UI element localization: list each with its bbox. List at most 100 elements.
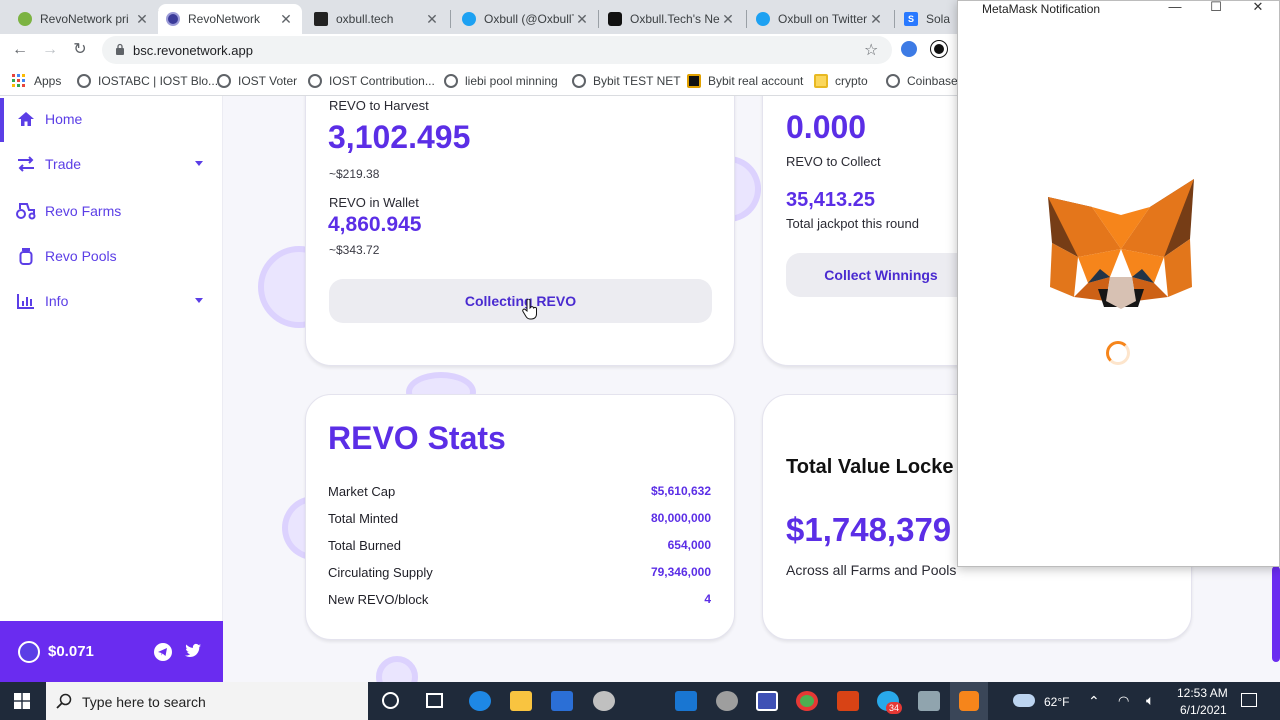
address-bar[interactable]: bsc.revonetwork.app ☆ (102, 36, 892, 64)
sidebar-item-trade[interactable]: Trade (0, 144, 223, 184)
sidebar-item-info[interactable]: Info (0, 281, 223, 321)
bookmark-label: IOST Voter (238, 74, 298, 88)
stat-label: Total Minted (328, 511, 399, 526)
bookmark-iost-voter[interactable]: IOST Voter (217, 72, 297, 90)
bookmark-iostabc[interactable]: IOSTABC | IOST Blo... (77, 72, 218, 90)
close-tab-icon[interactable]: ✕ (278, 11, 294, 28)
store-icon[interactable] (551, 691, 573, 711)
stat-label: Circulating Supply (328, 565, 433, 580)
globe-icon (217, 74, 231, 88)
stat-row-total-minted: Total Minted 80,000,000 (328, 511, 711, 526)
tab-revonetwork[interactable]: RevoNetwork ✕ (158, 4, 302, 34)
bookmark-label: Coinbase (907, 74, 958, 88)
weather-cloud-icon (1013, 694, 1035, 707)
back-arrow-icon[interactable]: ← (10, 40, 30, 60)
stat-value: 4 (704, 592, 711, 606)
bookmark-coinbase[interactable]: Coinbase (886, 72, 958, 90)
swap-arrows-icon (16, 154, 36, 174)
revo-to-harvest-label: REVO to Harvest (329, 98, 429, 113)
close-tab-icon[interactable]: ✕ (868, 11, 884, 28)
globe-icon (444, 74, 458, 88)
tab-oxbull-tech[interactable]: oxbull.tech ✕ (306, 4, 448, 34)
bookmark-folder-crypto[interactable]: crypto (814, 72, 868, 90)
globe-icon (572, 74, 586, 88)
settings-gear-icon[interactable] (593, 691, 615, 711)
windows-start-icon[interactable] (14, 693, 30, 709)
edge-icon[interactable] (469, 691, 491, 711)
stat-row-market-cap: Market Cap $5,610,632 (328, 484, 711, 499)
search-icon (56, 693, 72, 709)
loading-spinner-icon (1106, 341, 1130, 365)
sidebar-item-label: Revo Pools (45, 248, 117, 264)
sidebar-item-revo-farms[interactable]: Revo Farms (0, 191, 223, 231)
close-tab-icon[interactable]: ✕ (134, 11, 150, 28)
hand-cursor-icon (522, 299, 537, 320)
forward-arrow-icon[interactable]: → (40, 40, 60, 60)
revonetwork-favicon-icon (18, 12, 32, 26)
tab-revonetwork-price[interactable]: RevoNetwork pri ✕ (10, 4, 158, 34)
close-window-icon[interactable]: ✕ (1248, 0, 1268, 15)
calculator-icon[interactable] (918, 691, 940, 711)
chevron-up-icon[interactable]: ⌃ (1088, 693, 1100, 710)
security-shield-icon[interactable] (756, 691, 778, 711)
minimize-icon[interactable]: — (1165, 0, 1185, 14)
tab-oxbull-twitter[interactable]: Oxbull (@OxbullT ✕ (454, 4, 598, 34)
bookmark-label: Apps (34, 74, 62, 88)
extension-icon[interactable] (901, 41, 917, 57)
volume-icon[interactable]: 🔈︎ (1146, 692, 1154, 709)
cortana-icon[interactable] (382, 692, 399, 709)
stat-row-new-revo-per-block: New REVO/block 4 (328, 592, 711, 607)
tvl-title: Total Value Locke (786, 456, 954, 478)
sidebar-item-revo-pools[interactable]: Revo Pools (0, 236, 223, 276)
close-tab-icon[interactable]: ✕ (424, 11, 440, 28)
bookmark-liebi-pool[interactable]: liebi pool minning (444, 72, 558, 90)
weather-temp: 62°F (1044, 695, 1070, 709)
tab-title: Solana (926, 12, 950, 26)
bookmark-bybit-real[interactable]: Bybit real account (687, 72, 803, 90)
home-icon (16, 109, 36, 129)
twitter-icon[interactable] (184, 643, 202, 663)
snip-tool-icon[interactable] (716, 691, 738, 711)
wifi-icon[interactable]: ◠ (1118, 693, 1129, 709)
extension-s-icon[interactable] (931, 41, 947, 57)
taskbar-search-box[interactable]: Type here to search (46, 682, 368, 720)
stat-label: Total Burned (328, 538, 401, 553)
solana-favicon-icon: S (904, 12, 918, 26)
maximize-icon[interactable]: ☐ (1206, 0, 1226, 15)
bookmark-apps[interactable]: Apps (12, 72, 61, 90)
metamask-taskbar-active[interactable] (950, 682, 988, 720)
tab-oxbull-news[interactable]: Oxbull.Tech's Ne ✕ (600, 4, 744, 34)
tab-title: Oxbull on Twitter (778, 12, 868, 26)
jar-icon (16, 246, 36, 266)
telegram-icon[interactable] (154, 643, 172, 661)
medium-favicon-icon (608, 12, 622, 26)
notifications-icon[interactable] (1241, 693, 1257, 707)
revo-to-collect-amount: 0.000 (786, 109, 867, 145)
stat-value: $5,610,632 (650, 484, 711, 498)
bookmark-bybit-testnet[interactable]: Bybit TEST NET (572, 72, 681, 90)
collect-winnings-button[interactable]: Collect Winnings (786, 253, 976, 297)
sidebar-item-label: Home (45, 111, 83, 127)
revo-stats-title: REVO Stats (328, 420, 506, 456)
reload-icon[interactable]: ↻ (70, 40, 90, 60)
chrome-icon[interactable] (796, 691, 818, 711)
bookmark-star-icon[interactable]: ☆ (864, 40, 878, 60)
mail-icon[interactable] (675, 691, 697, 711)
page-scrollbar[interactable] (1272, 566, 1280, 662)
metamask-taskbar-icon (959, 691, 979, 711)
tab-oxbull-on-twitter[interactable]: Oxbull on Twitter ✕ (748, 4, 892, 34)
metamask-fox-logo-icon (1048, 179, 1194, 309)
close-tab-icon[interactable]: ✕ (720, 11, 736, 28)
file-explorer-icon[interactable] (510, 691, 532, 711)
revo-price-bar: $0.071 (0, 621, 223, 682)
sidebar-item-home[interactable]: Home (0, 99, 223, 139)
close-tab-icon[interactable]: ✕ (574, 11, 590, 28)
task-view-icon[interactable] (426, 693, 443, 708)
revo-in-wallet-label: REVO in Wallet (329, 195, 419, 210)
tab-title: RevoNetwork (188, 12, 261, 26)
bookmark-iost-contribution[interactable]: IOST Contribution... (308, 72, 435, 90)
tab-solana[interactable]: S Solana (896, 4, 958, 34)
globe-icon (77, 74, 91, 88)
collecting-revo-button[interactable]: Collecting REVO (329, 279, 712, 323)
office-icon[interactable] (837, 691, 859, 711)
